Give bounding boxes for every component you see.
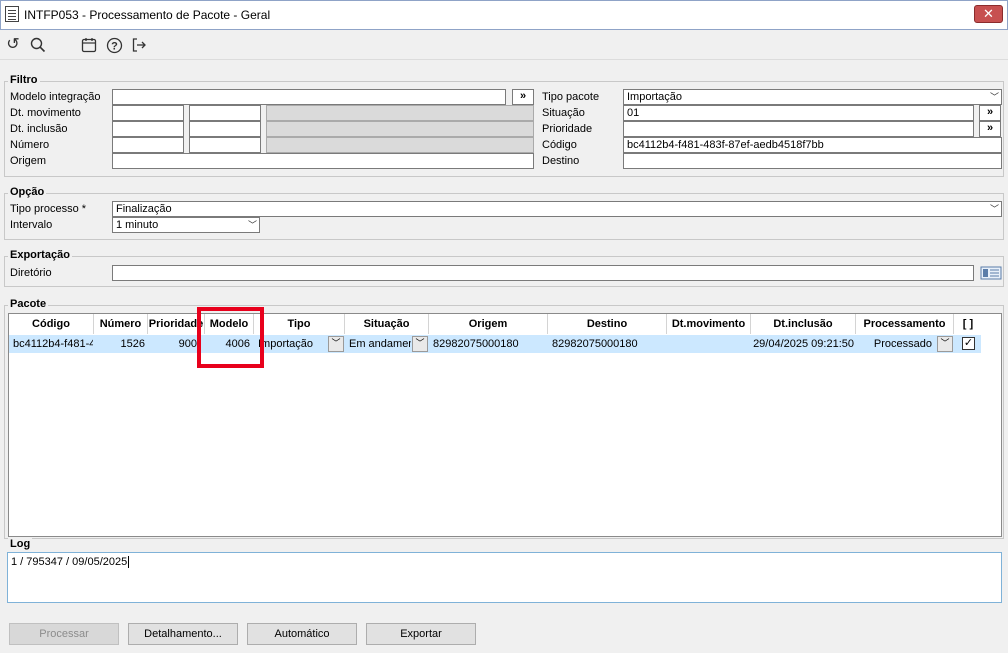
modelo-highlight-box (197, 307, 264, 368)
exportar-button[interactable]: Exportar (366, 623, 476, 645)
modelo-integracao-lookup-button[interactable]: » (512, 89, 534, 105)
cell-processamento: Processado (873, 338, 932, 350)
prioridade-lookup-button[interactable]: » (979, 121, 1001, 137)
dt-movimento-from-input[interactable] (112, 105, 184, 121)
origem-input[interactable] (112, 153, 534, 169)
log-title: Log (8, 538, 33, 550)
cell-prioridade: 900 (178, 338, 197, 350)
numero-label: Número (10, 139, 50, 151)
cell-dt-movimento (667, 335, 749, 353)
opcao-title: Opção (8, 186, 47, 198)
tipo-pacote-label: Tipo pacote (542, 91, 600, 103)
pacote-title: Pacote (8, 298, 49, 310)
dt-movimento-label: Dt. movimento (10, 107, 81, 119)
svg-text:?: ? (111, 41, 118, 53)
diretorio-input[interactable] (112, 265, 974, 281)
filtro-title: Filtro (8, 74, 40, 86)
destino-label: Destino (542, 155, 580, 167)
intervalo-value: 1 minuto (116, 219, 159, 231)
log-text: 1 / 795347 / 09/05/2025 (11, 556, 128, 568)
dt-inclusao-from-input[interactable] (112, 121, 184, 137)
origem-label: Origem (10, 155, 47, 167)
cell-tipo: Importação (258, 338, 314, 350)
modelo-integracao-label: Modelo integração (10, 91, 101, 103)
exit-icon[interactable] (129, 35, 149, 55)
chevron-down-icon: ﹀ (989, 204, 999, 214)
prioridade-input[interactable] (623, 121, 974, 137)
folder-browse-icon[interactable] (980, 265, 1002, 281)
document-icon (5, 6, 19, 22)
search-icon[interactable] (28, 35, 48, 55)
processar-button[interactable]: Processar (9, 623, 119, 645)
column-header-codigo[interactable]: Código (9, 314, 94, 334)
column-header-select[interactable]: [ ] (954, 314, 982, 334)
tipo-dropdown-chevron-icon[interactable]: ﹀ (328, 336, 344, 352)
tipo-processo-select[interactable]: Finalização ﹀ (112, 201, 1002, 217)
column-header-dt-inclusao[interactable]: Dt.inclusão (751, 314, 856, 334)
dt-inclusao-to-input[interactable] (189, 121, 261, 137)
close-button[interactable]: ✕ (974, 5, 1003, 23)
numero-extra (266, 137, 534, 153)
intervalo-label: Intervalo (10, 219, 53, 231)
codigo-label: Código (542, 139, 577, 151)
situacao-dropdown-chevron-icon[interactable]: ﹀ (412, 336, 428, 352)
tipo-processo-value: Finalização (116, 203, 172, 215)
dt-movimento-extra (266, 105, 534, 121)
calendar-icon[interactable] (79, 35, 99, 55)
column-header-destino[interactable]: Destino (548, 314, 667, 334)
numero-to-input[interactable] (189, 137, 261, 153)
diretorio-label: Diretório (10, 267, 52, 279)
column-header-numero[interactable]: Número (94, 314, 148, 334)
cell-numero: 1526 (120, 338, 145, 350)
column-header-origem[interactable]: Origem (429, 314, 548, 334)
automatico-button[interactable]: Automático (247, 623, 357, 645)
column-header-tipo[interactable]: Tipo (254, 314, 345, 334)
dt-inclusao-label: Dt. inclusão (10, 123, 68, 135)
tipo-pacote-value: Importação (627, 91, 683, 103)
cell-dt-inclusao: 29/04/2025 09:21:50 (753, 338, 854, 350)
log-textarea[interactable]: 1 / 795347 / 09/05/2025 (7, 552, 1002, 603)
column-header-processamento[interactable]: Processamento (856, 314, 954, 334)
processamento-dropdown-chevron-icon[interactable]: ﹀ (937, 336, 953, 352)
column-header-situacao[interactable]: Situação (345, 314, 429, 334)
undo-icon[interactable]: ↺ (3, 35, 23, 55)
situacao-lookup-button[interactable]: » (979, 105, 1001, 121)
tipo-processo-label: Tipo processo * (10, 203, 87, 215)
cell-codigo: bc4112b4-f481-4 (13, 338, 93, 350)
numero-from-input[interactable] (112, 137, 184, 153)
chevron-down-icon: ﹀ (989, 92, 999, 102)
cell-situacao: Em andamento (349, 338, 411, 350)
destino-input[interactable] (623, 153, 1002, 169)
dt-movimento-to-input[interactable] (189, 105, 261, 121)
help-icon[interactable]: ? (104, 35, 124, 55)
tipo-pacote-select[interactable]: Importação ﹀ (623, 89, 1002, 105)
codigo-input[interactable]: bc4112b4-f481-483f-87ef-aedb4518f7bb (623, 137, 1002, 153)
dt-inclusao-extra (266, 121, 534, 137)
exportacao-title: Exportação (8, 249, 72, 261)
chevron-down-icon: ﹀ (247, 220, 257, 230)
situacao-label: Situação (542, 107, 585, 119)
cell-origem: 82982075000180 (433, 338, 519, 350)
modelo-integracao-input[interactable] (112, 89, 506, 105)
detalhamento-button[interactable]: Detalhamento... (128, 623, 238, 645)
window-title: INTFP053 - Processamento de Pacote - Ger… (24, 8, 271, 22)
situacao-input[interactable]: 01 (623, 105, 974, 121)
column-header-dt-movimento[interactable]: Dt.movimento (667, 314, 751, 334)
cell-destino: 82982075000180 (552, 338, 638, 350)
row-select-checkbox[interactable]: ✓ (962, 337, 975, 350)
text-caret (128, 556, 130, 569)
intervalo-select[interactable]: 1 minuto ﹀ (112, 217, 260, 233)
toolbar (0, 30, 1008, 60)
prioridade-label: Prioridade (542, 123, 593, 135)
